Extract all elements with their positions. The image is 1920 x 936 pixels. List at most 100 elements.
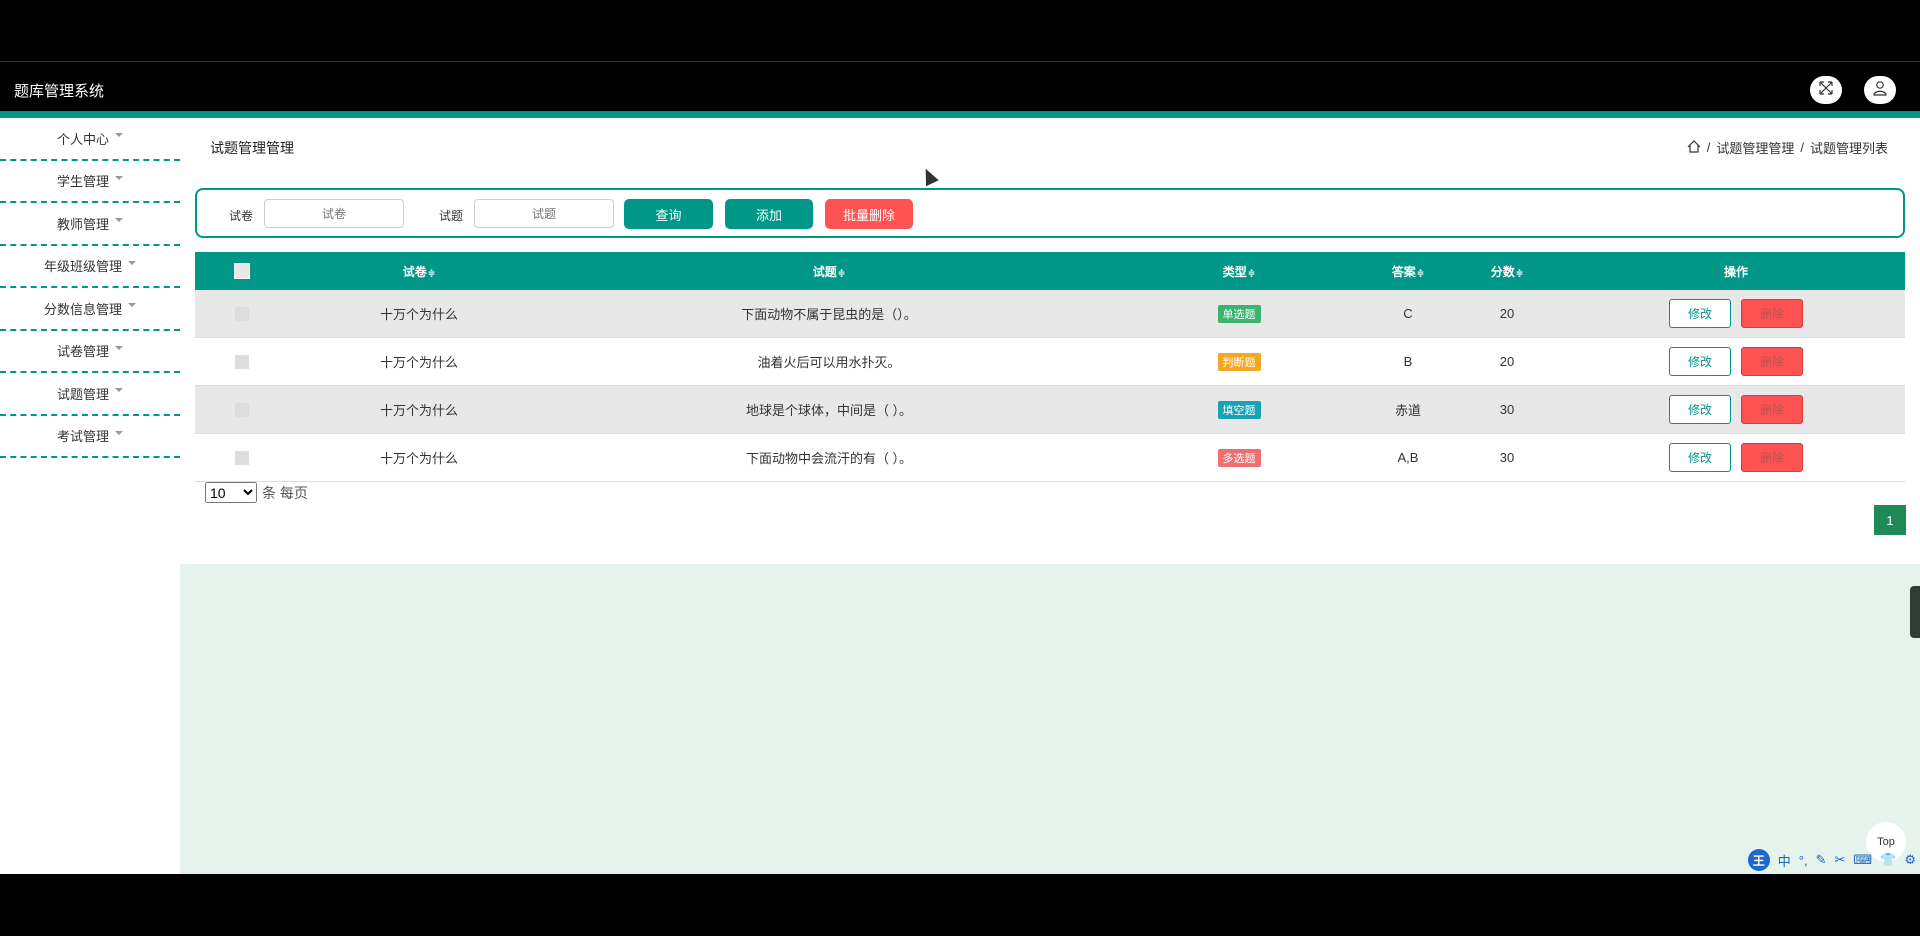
delete-button[interactable]: 删除 bbox=[1741, 299, 1803, 328]
sort-icon: ≑ bbox=[837, 267, 846, 278]
type-badge: 单选题 bbox=[1217, 304, 1261, 323]
sidebar-item-teachers[interactable]: 教师管理 bbox=[0, 203, 180, 246]
fullscreen-button[interactable] bbox=[1810, 76, 1842, 104]
caret-down-icon bbox=[115, 430, 123, 435]
ime-toolbar: 王 中 °, ✎ ✂ ⌨ 👕 ⚙ bbox=[1747, 849, 1916, 871]
batch-delete-button[interactable]: 批量删除 bbox=[825, 199, 913, 229]
sort-icon: ≑ bbox=[427, 267, 436, 278]
header: 题库管理系统 bbox=[0, 63, 1920, 111]
table-row: 十万个为什么 下面动物不属于昆虫的是（）。 单选题 C 20 修改 删除 bbox=[195, 290, 1905, 338]
ime-scissors-icon[interactable]: ✂ bbox=[1834, 852, 1845, 868]
screen-top-black bbox=[0, 0, 1920, 62]
ime-handwrite-icon[interactable]: ✎ bbox=[1816, 852, 1827, 868]
edit-button[interactable]: 修改 bbox=[1669, 443, 1731, 472]
sidebar-item-students[interactable]: 学生管理 bbox=[0, 161, 180, 203]
cell-score: 30 bbox=[1499, 450, 1515, 465]
side-drawer-handle[interactable] bbox=[1910, 586, 1920, 638]
breadcrumb-separator: / bbox=[1706, 140, 1711, 155]
sidebar-item-scores[interactable]: 分数信息管理 bbox=[0, 288, 180, 331]
breadcrumb-item-question-mgmt[interactable]: 试题管理管理 bbox=[1716, 138, 1794, 157]
sidebar-item-label: 年级班级管理 bbox=[43, 259, 122, 275]
delete-button[interactable]: 删除 bbox=[1741, 443, 1803, 472]
accent-bar bbox=[0, 111, 1920, 118]
sidebar-item-personal-center[interactable]: 个人中心 bbox=[0, 118, 180, 161]
col-header-score[interactable]: 分数≑ bbox=[1447, 263, 1567, 280]
col-header-type[interactable]: 类型≑ bbox=[1109, 263, 1369, 280]
question-label: 试题 bbox=[439, 209, 464, 223]
cell-score: 30 bbox=[1499, 402, 1515, 417]
sidebar-item-label: 试卷管理 bbox=[56, 344, 109, 360]
sidebar-item-label: 学生管理 bbox=[56, 174, 109, 190]
col-header-question[interactable]: 试题≑ bbox=[549, 263, 1109, 280]
question-search-input[interactable] bbox=[474, 199, 614, 228]
page-number-1[interactable]: 1 bbox=[1874, 505, 1906, 535]
user-icon bbox=[1872, 80, 1888, 101]
row-checkbox[interactable] bbox=[235, 450, 249, 465]
page-size-select[interactable]: 10 bbox=[205, 482, 257, 503]
ime-skin-icon[interactable]: 👕 bbox=[1880, 852, 1896, 868]
edit-button[interactable]: 修改 bbox=[1669, 347, 1731, 376]
home-icon[interactable] bbox=[1687, 139, 1701, 156]
type-badge: 填空题 bbox=[1217, 400, 1261, 419]
page-size-control: 10 条 每页 bbox=[205, 482, 308, 503]
select-all-checkbox[interactable] bbox=[234, 263, 250, 279]
paper-label: 试卷 bbox=[229, 209, 254, 223]
ime-keyboard-icon[interactable]: ⌨ bbox=[1853, 852, 1872, 868]
caret-down-icon bbox=[115, 218, 123, 223]
main-panel: 试题管理管理 / 试题管理管理 / 试题管理列表 试卷 试题 查询 添加 批量删… bbox=[180, 118, 1920, 564]
app-title: 题库管理系统 bbox=[14, 83, 105, 100]
cell-question: 下面动物中会流汗的有（ ）。 bbox=[745, 451, 913, 466]
type-badge: 多选题 bbox=[1217, 448, 1261, 467]
cell-score: 20 bbox=[1499, 306, 1515, 321]
sidebar-item-label: 教师管理 bbox=[56, 216, 109, 232]
ime-punctuation-icon[interactable]: °, bbox=[1799, 853, 1808, 868]
page-size-suffix: 条 每页 bbox=[262, 484, 308, 501]
sort-icon: ≑ bbox=[1515, 267, 1524, 278]
cell-paper: 十万个为什么 bbox=[379, 307, 458, 322]
ime-settings-icon[interactable]: ⚙ bbox=[1904, 852, 1916, 868]
sort-icon: ≑ bbox=[1416, 267, 1425, 278]
caret-down-icon bbox=[128, 260, 136, 265]
sidebar-item-label: 试题管理 bbox=[56, 386, 109, 402]
cell-answer: A,B bbox=[1397, 450, 1419, 465]
sort-icon: ≑ bbox=[1247, 267, 1256, 278]
row-checkbox[interactable] bbox=[235, 354, 249, 369]
col-header-op: 操作 bbox=[1723, 264, 1748, 279]
cell-answer: B bbox=[1403, 354, 1413, 369]
row-checkbox[interactable] bbox=[235, 306, 249, 321]
user-button[interactable] bbox=[1864, 76, 1896, 104]
sidebar-item-questions[interactable]: 试题管理 bbox=[0, 373, 180, 416]
table-header: 试卷≑ 试题≑ 类型≑ 答案≑ 分数≑ 操作 bbox=[195, 252, 1905, 290]
sidebar-item-label: 分数信息管理 bbox=[43, 301, 122, 317]
delete-button[interactable]: 删除 bbox=[1741, 347, 1803, 376]
caret-down-icon bbox=[115, 345, 123, 350]
expand-icon bbox=[1818, 80, 1834, 101]
col-header-paper[interactable]: 试卷≑ bbox=[289, 263, 549, 280]
cell-question: 地球是个球体，中间是（ ）。 bbox=[745, 403, 913, 418]
caret-down-icon bbox=[115, 133, 123, 138]
delete-button[interactable]: 删除 bbox=[1741, 395, 1803, 424]
cell-answer: C bbox=[1403, 306, 1413, 321]
questions-table: 试卷≑ 试题≑ 类型≑ 答案≑ 分数≑ 操作 十万个为什么 下面动物不属于昆虫的… bbox=[195, 252, 1905, 482]
add-button[interactable]: 添加 bbox=[725, 199, 813, 229]
edit-button[interactable]: 修改 bbox=[1669, 395, 1731, 424]
query-button[interactable]: 查询 bbox=[624, 199, 713, 229]
cell-paper: 十万个为什么 bbox=[379, 451, 458, 466]
cell-score: 20 bbox=[1499, 354, 1515, 369]
caret-down-icon bbox=[128, 303, 136, 308]
col-header-answer[interactable]: 答案≑ bbox=[1369, 263, 1447, 280]
row-checkbox[interactable] bbox=[235, 402, 249, 417]
sidebar-item-papers[interactable]: 试卷管理 bbox=[0, 331, 180, 373]
page-title: 试题管理管理 bbox=[210, 140, 294, 156]
breadcrumb-separator: / bbox=[1800, 140, 1804, 155]
sidebar-item-exams[interactable]: 考试管理 bbox=[0, 416, 180, 458]
ime-logo-icon[interactable]: 王 bbox=[1747, 849, 1770, 871]
cell-answer: 赤道 bbox=[1394, 403, 1421, 418]
table-row: 十万个为什么 下面动物中会流汗的有（ ）。 多选题 A,B 30 修改 删除 bbox=[195, 434, 1905, 482]
search-form: 试卷 试题 查询 添加 批量删除 bbox=[195, 188, 1905, 238]
sidebar-item-grade-class[interactable]: 年级班级管理 bbox=[0, 246, 180, 288]
paper-search-input[interactable] bbox=[264, 199, 404, 228]
ime-chinese-mode[interactable]: 中 bbox=[1778, 851, 1791, 870]
cell-question: 油着火后可以用水扑灭。 bbox=[757, 355, 901, 370]
edit-button[interactable]: 修改 bbox=[1669, 299, 1731, 328]
